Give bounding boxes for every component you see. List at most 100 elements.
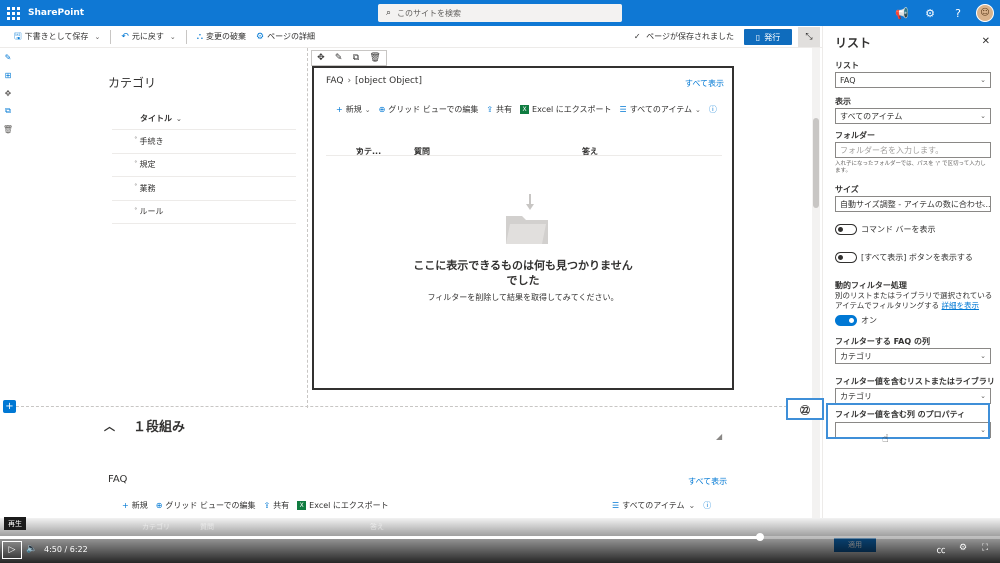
- save-draft-button[interactable]: 🖫 下書きとして保存 ⌄: [14, 29, 100, 45]
- duplicate-icon[interactable]: ⧉: [0, 102, 16, 120]
- brand-name[interactable]: SharePoint: [28, 8, 84, 18]
- undo-icon: ↶: [121, 31, 129, 42]
- new-button[interactable]: + 新規 ⌄: [336, 104, 371, 115]
- duplicate-icon[interactable]: ⧉: [353, 53, 359, 63]
- list-item[interactable]: ˚ 業務: [112, 177, 296, 201]
- chevron-down-icon[interactable]: ⌄: [94, 33, 100, 41]
- view-selector[interactable]: ☰ すべてのアイテム ⌄ ⓘ: [612, 500, 711, 511]
- info-button[interactable]: ⓘ: [709, 104, 720, 115]
- share-icon: ⇪: [263, 501, 271, 510]
- delete-icon[interactable]: 🗑: [0, 120, 16, 138]
- discard-button[interactable]: ⛬ 変更の破棄: [197, 31, 246, 42]
- list-dropdown[interactable]: FAQ ⌄: [835, 72, 991, 88]
- chevron-down-icon: ⌄: [980, 352, 986, 360]
- captions-icon[interactable]: ㏄: [930, 543, 952, 556]
- new-label: 新規: [131, 501, 148, 510]
- chevron-down-icon: ⌄: [176, 114, 182, 123]
- waffle-icon: [6, 6, 20, 20]
- edit-section-icon[interactable]: ✎: [0, 48, 16, 66]
- chevron-down-icon: ⌄: [980, 76, 986, 84]
- step-badge: ㉒: [786, 398, 824, 420]
- delete-icon[interactable]: 🗑: [369, 53, 380, 63]
- list-item-label: 手続き: [139, 136, 164, 146]
- fullscreen-icon[interactable]: ⛶: [974, 543, 996, 556]
- avatar[interactable]: ☺: [976, 4, 994, 22]
- empty-state-title: ここに表示できるものは何も見つかりません でした: [413, 259, 633, 287]
- category-column-header[interactable]: タイトル ⌄: [112, 108, 296, 130]
- edit-icon[interactable]: ✎: [335, 53, 343, 63]
- move-icon[interactable]: ✥: [0, 84, 16, 102]
- filter-column-dropdown[interactable]: カテゴリ ⌄: [835, 348, 991, 364]
- new-label: 新規: [345, 105, 362, 114]
- show-all-link[interactable]: すべて表示: [685, 78, 724, 89]
- column-divider: [307, 48, 308, 408]
- view-dropdown[interactable]: すべてのアイテム ⌄: [835, 108, 991, 124]
- list-item[interactable]: ˚ 手続き: [112, 130, 296, 154]
- layout-icon[interactable]: ⊞: [0, 66, 16, 84]
- save-icon: 🖫: [14, 31, 22, 42]
- edit-indicator-icon: ˚: [134, 160, 138, 169]
- divider: [185, 29, 187, 44]
- video-time: 4:50 / 6:22: [44, 545, 88, 554]
- settings-gear-icon[interactable]: ⚙: [952, 543, 974, 556]
- video-progress-bar[interactable]: [0, 533, 1000, 541]
- help-icon[interactable]: ?: [944, 7, 972, 20]
- folder-label: フォルダー: [835, 131, 875, 140]
- section-header: ︿ １段組み: [104, 416, 185, 436]
- export-excel-button[interactable]: X Excel にエクスポート: [520, 104, 612, 115]
- app-launcher-button[interactable]: [0, 0, 26, 26]
- close-icon[interactable]: ✕: [982, 36, 990, 47]
- collapse-pane-button[interactable]: ⤡: [798, 27, 820, 47]
- chevron-down-icon[interactable]: ⌄: [170, 33, 176, 41]
- list-item[interactable]: ˚ 規定: [112, 154, 296, 177]
- view-dropdown-value: すべてのアイテム: [840, 111, 903, 121]
- publish-button[interactable]: ▯ 発行: [744, 29, 792, 45]
- category-webpart-title: カテゴリ: [108, 76, 157, 90]
- search-icon: ⌕: [386, 8, 392, 18]
- page-details-button[interactable]: ⚙ ページの詳細: [256, 31, 315, 42]
- show-all-toggle[interactable]: [835, 252, 857, 263]
- size-dropdown[interactable]: 自動サイズ調整 - アイテムの数に合わせ... ⌄: [835, 196, 991, 212]
- share-button[interactable]: ⇪ 共有: [263, 500, 289, 511]
- command-bar-toggle[interactable]: [835, 224, 857, 235]
- column-header-question: 質問: [200, 523, 214, 531]
- filter-column-label: フィルターする FAQ の列: [835, 337, 930, 346]
- pointer-cursor-icon: ☝: [882, 432, 889, 445]
- view-selector[interactable]: ☰ すべてのアイテム ⌄: [620, 104, 701, 115]
- play-button[interactable]: ▷: [2, 541, 22, 559]
- info-icon[interactable]: ⓘ: [703, 500, 711, 511]
- chevron-down-icon: ⌄: [688, 501, 696, 510]
- canvas-scrollbar[interactable]: [812, 48, 820, 518]
- chevron-up-icon[interactable]: ︿: [104, 418, 115, 434]
- gear-icon[interactable]: ⚙: [916, 7, 944, 20]
- faq-list-webpart[interactable]: FAQ › [object Object] すべて表示 + 新規 ⌄ ⊕ グリッド ビュー…: [312, 66, 734, 390]
- add-section-button[interactable]: +: [3, 400, 16, 413]
- megaphone-icon[interactable]: 📢: [888, 7, 916, 20]
- source-list-dropdown[interactable]: カテゴリ ⌄: [835, 388, 991, 404]
- learn-more-link[interactable]: 詳細を表示: [942, 301, 980, 310]
- show-all-link[interactable]: すべて表示: [688, 476, 727, 487]
- new-button[interactable]: + 新規: [122, 500, 148, 511]
- site-search-input[interactable]: ⌕ このサイトを検索: [378, 4, 622, 22]
- video-right-controls: ㏄ ⚙ ⛶: [930, 543, 996, 556]
- highlight-box: [826, 403, 990, 439]
- resize-handle-icon[interactable]: ◢: [716, 432, 722, 441]
- breadcrumb-list[interactable]: FAQ: [326, 76, 343, 86]
- export-excel-button[interactable]: X Excel にエクスポート: [297, 500, 389, 511]
- dynamic-filter-toggle[interactable]: [835, 315, 857, 326]
- video-scrubber-handle[interactable]: [756, 533, 764, 541]
- volume-icon[interactable]: 🔈: [26, 544, 37, 554]
- scrollbar-thumb[interactable]: [813, 118, 819, 208]
- share-button[interactable]: ⇪ 共有: [486, 104, 512, 115]
- dynamic-filter-description: 別のリストまたはライブラリで選択されているアイテムでフィルタリングする 詳細を表…: [835, 291, 993, 311]
- grid-edit-button[interactable]: ⊕ グリッド ビューでの編集: [379, 104, 479, 115]
- undo-button[interactable]: ↶ 元に戻す ⌄: [121, 31, 175, 42]
- search-placeholder: このサイトを検索: [397, 8, 462, 18]
- info-icon: ⓘ: [708, 105, 717, 114]
- folder-input[interactable]: フォルダー名を入力します。: [835, 142, 991, 158]
- move-icon[interactable]: ✥: [317, 53, 325, 63]
- check-icon: ✓: [633, 32, 641, 41]
- list-column-headers: カテ... ▽ ⌄ 質問 ⌄ 答え ⌄: [326, 134, 722, 156]
- list-item[interactable]: ˚ ルール: [112, 201, 296, 224]
- grid-edit-button[interactable]: ⊕ グリッド ビューでの編集: [156, 500, 256, 511]
